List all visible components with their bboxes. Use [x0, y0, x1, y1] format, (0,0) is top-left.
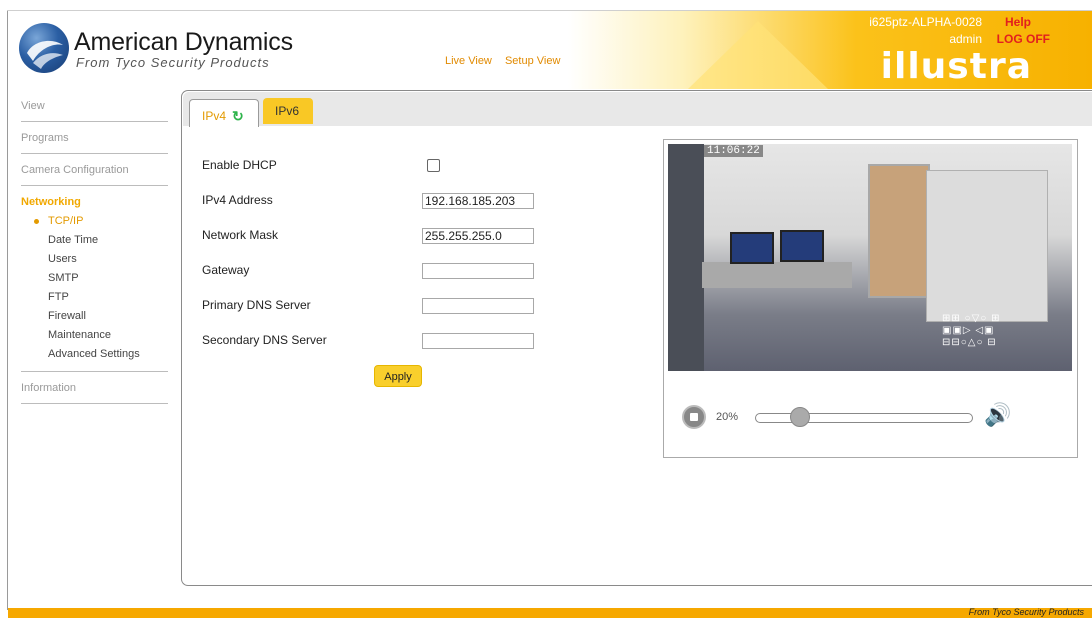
video-scene-monitor	[780, 230, 824, 262]
sidebar-subitem-advanced-settings[interactable]: Advanced Settings	[21, 345, 168, 364]
footer-text: From Tyco Security Products	[968, 607, 1084, 617]
device-id-label: i625ptz-ALPHA-0028	[869, 15, 982, 29]
brand-subtitle: From Tyco Security Products	[76, 55, 270, 70]
network-mask-label: Network Mask	[202, 228, 279, 242]
tab-bar: IPv4 ↻ IPv6	[183, 92, 1092, 127]
video-scene-wall	[668, 144, 704, 371]
illustra-logo: illustra	[880, 46, 1032, 87]
brand-title: American Dynamics	[74, 28, 293, 56]
sidebar-subitem-date-time[interactable]: Date Time	[21, 231, 168, 250]
apply-button[interactable]: Apply	[374, 365, 422, 387]
primary-dns-input[interactable]	[422, 298, 534, 314]
enable-dhcp-checkbox[interactable]	[427, 159, 440, 172]
american-dynamics-logo-icon	[19, 23, 69, 73]
header-hexagon-shape	[688, 21, 828, 89]
footer-bar: From Tyco Security Products	[8, 607, 1092, 618]
secondary-dns-label: Secondary DNS Server	[202, 333, 327, 347]
tab-ipv4-label: IPv4	[202, 109, 227, 123]
tab-ipv4[interactable]: IPv4 ↻	[189, 99, 259, 127]
tab-ipv6[interactable]: IPv6	[263, 98, 313, 124]
sidebar-item-view[interactable]: View	[21, 90, 168, 122]
primary-dns-label: Primary DNS Server	[202, 298, 311, 312]
live-view-link[interactable]: Live View	[445, 55, 492, 67]
volume-percent-label: 20%	[716, 411, 739, 423]
gateway-input[interactable]	[422, 263, 534, 279]
ipv4-address-input[interactable]	[422, 193, 534, 209]
sidebar-item-information[interactable]: Information	[21, 372, 168, 404]
page-border-left	[7, 10, 8, 610]
volume-slider-track[interactable]	[755, 413, 973, 423]
sidebar-item-networking[interactable]: Networking	[21, 186, 168, 212]
sidebar-item-programs[interactable]: Programs	[21, 122, 168, 154]
top-navigation: Live View Setup View	[445, 55, 570, 67]
refresh-icon[interactable]: ↻	[232, 108, 244, 125]
secondary-dns-input[interactable]	[422, 333, 534, 349]
current-user-label: admin	[949, 32, 982, 46]
gateway-label: Gateway	[202, 263, 250, 277]
enable-dhcp-label: Enable DHCP	[202, 158, 277, 172]
network-mask-input[interactable]	[422, 228, 534, 244]
video-scene-door	[868, 164, 930, 298]
video-preview-box: 11:06:22 ⊞⊞ ○▽○ ⊞ ▣▣▷ ◁▣ ⊟⊟○△○ ⊟ 20% 🔊	[663, 139, 1078, 458]
volume-slider-thumb[interactable]	[790, 407, 810, 427]
stop-button[interactable]	[682, 405, 706, 429]
ptz-control-icons[interactable]: ⊞⊞ ○▽○ ⊞ ▣▣▷ ◁▣ ⊟⊟○△○ ⊟	[942, 313, 1064, 349]
sidebar-item-camera-configuration[interactable]: Camera Configuration	[21, 154, 168, 186]
video-scene-cabinet	[926, 170, 1048, 322]
sidebar-subitem-users[interactable]: Users	[21, 250, 168, 269]
logoff-link[interactable]: LOG OFF	[997, 32, 1050, 46]
video-timestamp: 11:06:22	[704, 145, 763, 157]
sidebar: View Programs Camera Configuration Netwo…	[21, 90, 168, 404]
speaker-icon[interactable]: 🔊	[984, 402, 1011, 428]
sidebar-subitem-maintenance[interactable]: Maintenance	[21, 326, 168, 345]
sidebar-subitem-tcp-ip[interactable]: TCP/IP	[21, 212, 168, 231]
tcp-ip-settings-panel: IPv4 ↻ IPv6 Enable DHCP IPv4 Address Netw…	[181, 90, 1092, 586]
setup-view-link[interactable]: Setup View	[505, 55, 560, 67]
sidebar-subitem-smtp[interactable]: SMTP	[21, 269, 168, 288]
sidebar-subitem-firewall[interactable]: Firewall	[21, 307, 168, 326]
sidebar-subitem-ftp[interactable]: FTP	[21, 288, 168, 307]
video-scene-desk	[702, 262, 852, 288]
ipv4-address-label: IPv4 Address	[202, 193, 273, 207]
header: American Dynamics From Tyco Security Pro…	[8, 11, 1092, 89]
networking-submenu: TCP/IP Date Time Users SMTP FTP Firewall…	[21, 212, 168, 372]
video-scene-monitor	[730, 232, 774, 264]
live-video-feed[interactable]: 11:06:22 ⊞⊞ ○▽○ ⊞ ▣▣▷ ◁▣ ⊟⊟○△○ ⊟	[668, 144, 1072, 371]
help-link[interactable]: Help	[1005, 15, 1031, 29]
